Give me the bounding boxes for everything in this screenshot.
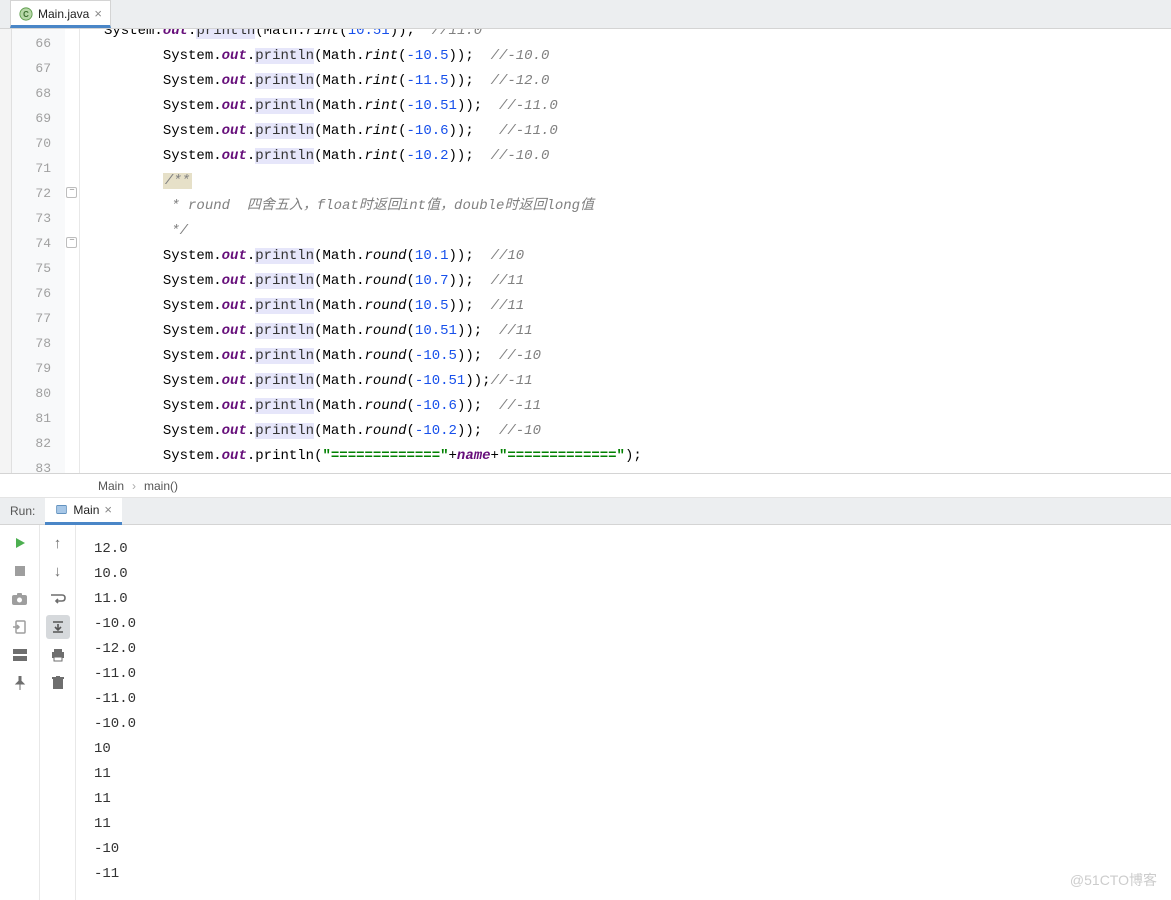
console-line: -11.0 [94, 662, 1159, 687]
stop-icon[interactable] [8, 559, 32, 583]
code-line: /** [104, 169, 1171, 194]
fold-column [65, 29, 79, 473]
console-line: -10.0 [94, 712, 1159, 737]
scroll-to-end-icon[interactable] [46, 615, 70, 639]
code-line: System.out.println(Math.round(10.5)); //… [104, 294, 1171, 319]
file-tab-main-java[interactable]: C Main.java × [10, 0, 111, 28]
code-line: System.out.println(Math.rint(10.51)); //… [104, 29, 1171, 44]
arrow-up-icon[interactable]: ↑ [46, 531, 70, 555]
run-config-icon [55, 503, 68, 516]
close-icon[interactable]: × [104, 502, 112, 517]
code-line: System.out.println(Math.round(-10.51));/… [104, 369, 1171, 394]
code-line: System.out.println(Math.round(-10.5)); /… [104, 344, 1171, 369]
console-line: -12.0 [94, 637, 1159, 662]
console-line: 10 [94, 737, 1159, 762]
arrow-down-icon[interactable]: ↓ [46, 559, 70, 583]
console-output[interactable]: 12.010.011.0-10.0-12.0-11.0-11.0-10.0101… [76, 525, 1171, 900]
code-content[interactable]: System.out.println(Math.rint(10.51)); //… [80, 29, 1171, 473]
console-line: 10.0 [94, 562, 1159, 587]
run-tab-label: Main [73, 503, 99, 517]
editor-tab-bar: C Main.java × [0, 0, 1171, 29]
code-line: System.out.println(Math.round(10.51)); /… [104, 319, 1171, 344]
code-line: System.out.println(Math.round(10.1)); //… [104, 244, 1171, 269]
code-line: System.out.println(Math.round(-10.2)); /… [104, 419, 1171, 444]
line-number-gutter: 666768697071727374757677787980818283 [12, 29, 80, 473]
run-tab-main[interactable]: Main × [45, 498, 122, 525]
editor-margin-strip [0, 29, 12, 473]
console-line: -11 [94, 862, 1159, 887]
code-line: System.out.println(Math.rint(-10.5)); //… [104, 44, 1171, 69]
run-panel-header: Run: Main × [0, 498, 1171, 525]
svg-text:C: C [23, 10, 29, 19]
breadcrumb-method[interactable]: main() [144, 479, 178, 493]
fold-toggle-icon[interactable] [66, 187, 77, 198]
console-line: -10 [94, 837, 1159, 862]
close-icon[interactable]: × [94, 6, 102, 21]
print-icon[interactable] [46, 643, 70, 667]
code-line: System.out.println(Math.round(10.7)); //… [104, 269, 1171, 294]
run-console: ↑ ↓ 12.010.011.0-10.0-12.0-11.0-11.0-10.… [0, 525, 1171, 900]
code-line: System.out.println(Math.round(-10.6)); /… [104, 394, 1171, 419]
java-class-icon: C [19, 7, 33, 21]
exit-icon[interactable] [8, 615, 32, 639]
code-line: System.out.println(Math.rint(-10.6)); //… [104, 119, 1171, 144]
code-line: System.out.println(Math.rint(-11.5)); //… [104, 69, 1171, 94]
console-line: 11 [94, 812, 1159, 837]
pin-icon[interactable] [8, 671, 32, 695]
code-line: * round 四舍五入，float时返回int值，double时返回long值 [104, 194, 1171, 219]
breadcrumb[interactable]: Main › main() [0, 474, 1171, 498]
layout-icon[interactable] [8, 643, 32, 667]
breadcrumb-class[interactable]: Main [98, 479, 124, 493]
console-line: 11 [94, 762, 1159, 787]
rerun-icon[interactable] [8, 531, 32, 555]
console-line: 11.0 [94, 587, 1159, 612]
code-line: System.out.println(Math.rint(-10.51)); /… [104, 94, 1171, 119]
console-line: -10.0 [94, 612, 1159, 637]
code-line: System.out.println(Math.rint(-10.2)); //… [104, 144, 1171, 169]
watermark: @51CTO博客 [1070, 870, 1157, 890]
camera-icon[interactable] [8, 587, 32, 611]
chevron-right-icon: › [132, 479, 136, 493]
fold-toggle-icon[interactable] [66, 237, 77, 248]
console-line: 11 [94, 787, 1159, 812]
trash-icon[interactable] [46, 671, 70, 695]
console-line: -11.0 [94, 687, 1159, 712]
soft-wrap-icon[interactable] [46, 587, 70, 611]
run-toolbar-inner: ↑ ↓ [40, 525, 76, 900]
code-line: */ [104, 219, 1171, 244]
run-label: Run: [0, 504, 45, 518]
console-line: 12.0 [94, 537, 1159, 562]
file-tab-label: Main.java [38, 7, 89, 21]
run-toolbar-left [0, 525, 40, 900]
code-editor[interactable]: 666768697071727374757677787980818283 Sys… [0, 29, 1171, 474]
code-line: System.out.println("============="+name+… [104, 444, 1171, 469]
